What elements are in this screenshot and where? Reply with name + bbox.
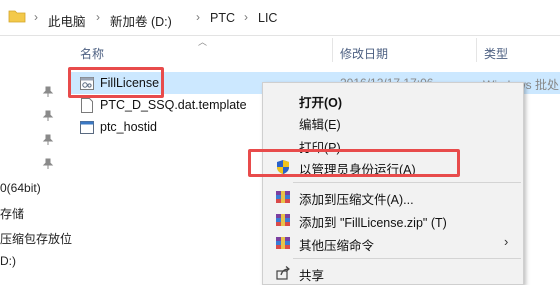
menu-divider [293,258,521,259]
file-name: PTC_D_SSQ.dat.template [100,98,247,112]
breadcrumb-ptc[interactable]: PTC [210,11,235,25]
menu-item-add-to-archive[interactable]: 添加到压缩文件(A)... [263,186,523,208]
breadcrumb-drive-d[interactable]: 新加卷 (D:) [110,11,172,30]
nav-item-64bit[interactable]: 0(64bit) [0,181,41,195]
executable-file-icon [80,121,94,134]
breadcrumb-separator-icon: › [196,10,200,24]
winrar-archive-icon [276,237,290,249]
menu-item-other-compress[interactable]: 其他压缩命令 › [263,232,523,254]
pin-icon[interactable] [42,158,54,170]
menu-item-label: 添加到 "FillLicense.zip" (T) [299,216,447,230]
nav-item-archive-folder[interactable]: 压缩包存放位 [0,230,72,247]
column-header-type[interactable]: 类型 [484,45,508,62]
sort-ascending-icon: ︿ [198,37,208,47]
menu-item-edit[interactable]: 编辑(E) [263,111,523,133]
address-bar[interactable]: › 此电脑 › 新加卷 (D:) › PTC › LIC [0,0,560,36]
menu-item-add-to-zip[interactable]: 添加到 "FillLicense.zip" (T) [263,209,523,231]
pin-icon[interactable] [42,86,54,98]
breadcrumb-this-pc[interactable]: 此电脑 [48,11,86,30]
menu-item-label: 打开(O) [299,96,343,110]
folder-icon [8,10,26,23]
column-header-name[interactable]: 名称 [80,45,104,62]
winrar-archive-icon [276,214,290,226]
menu-item-label: 共享 [299,269,325,283]
column-divider[interactable] [332,38,333,62]
breadcrumb-separator-icon: › [244,10,248,24]
menu-item-label: 其他压缩命令 [299,239,375,253]
menu-item-open[interactable]: 打开(O) [263,89,523,111]
menu-item-label: 编辑(E) [299,118,341,132]
column-header-date[interactable]: 修改日期 [340,45,388,62]
context-menu: 打开(O) 编辑(E) 打印(P) 以管理员身份运行(A) 添加到压缩文件(A)… [262,82,524,285]
highlight-box-menu-item [248,149,460,177]
pin-icon[interactable] [42,134,54,146]
menu-item-share[interactable]: 共享 [263,262,523,284]
breadcrumb-separator-icon: › [34,10,38,24]
highlight-box-file [68,67,164,98]
share-icon [276,266,290,280]
navigation-pane: 0(64bit) 存储 压缩包存放位 D:) [0,36,72,285]
pin-icon[interactable] [42,110,54,122]
nav-item-drive-d[interactable]: D:) [0,254,16,268]
column-divider[interactable] [476,38,477,62]
breadcrumb-separator-icon: › [96,10,100,24]
breadcrumb-lic[interactable]: LIC [258,11,277,25]
file-name: ptc_hostid [100,120,157,134]
winrar-archive-icon [276,191,290,203]
nav-item-storage[interactable]: 存储 [0,205,24,222]
document-file-icon [81,98,93,113]
menu-item-label: 添加到压缩文件(A)... [299,193,414,207]
menu-divider [293,182,521,183]
submenu-arrow-icon: › [504,234,509,249]
